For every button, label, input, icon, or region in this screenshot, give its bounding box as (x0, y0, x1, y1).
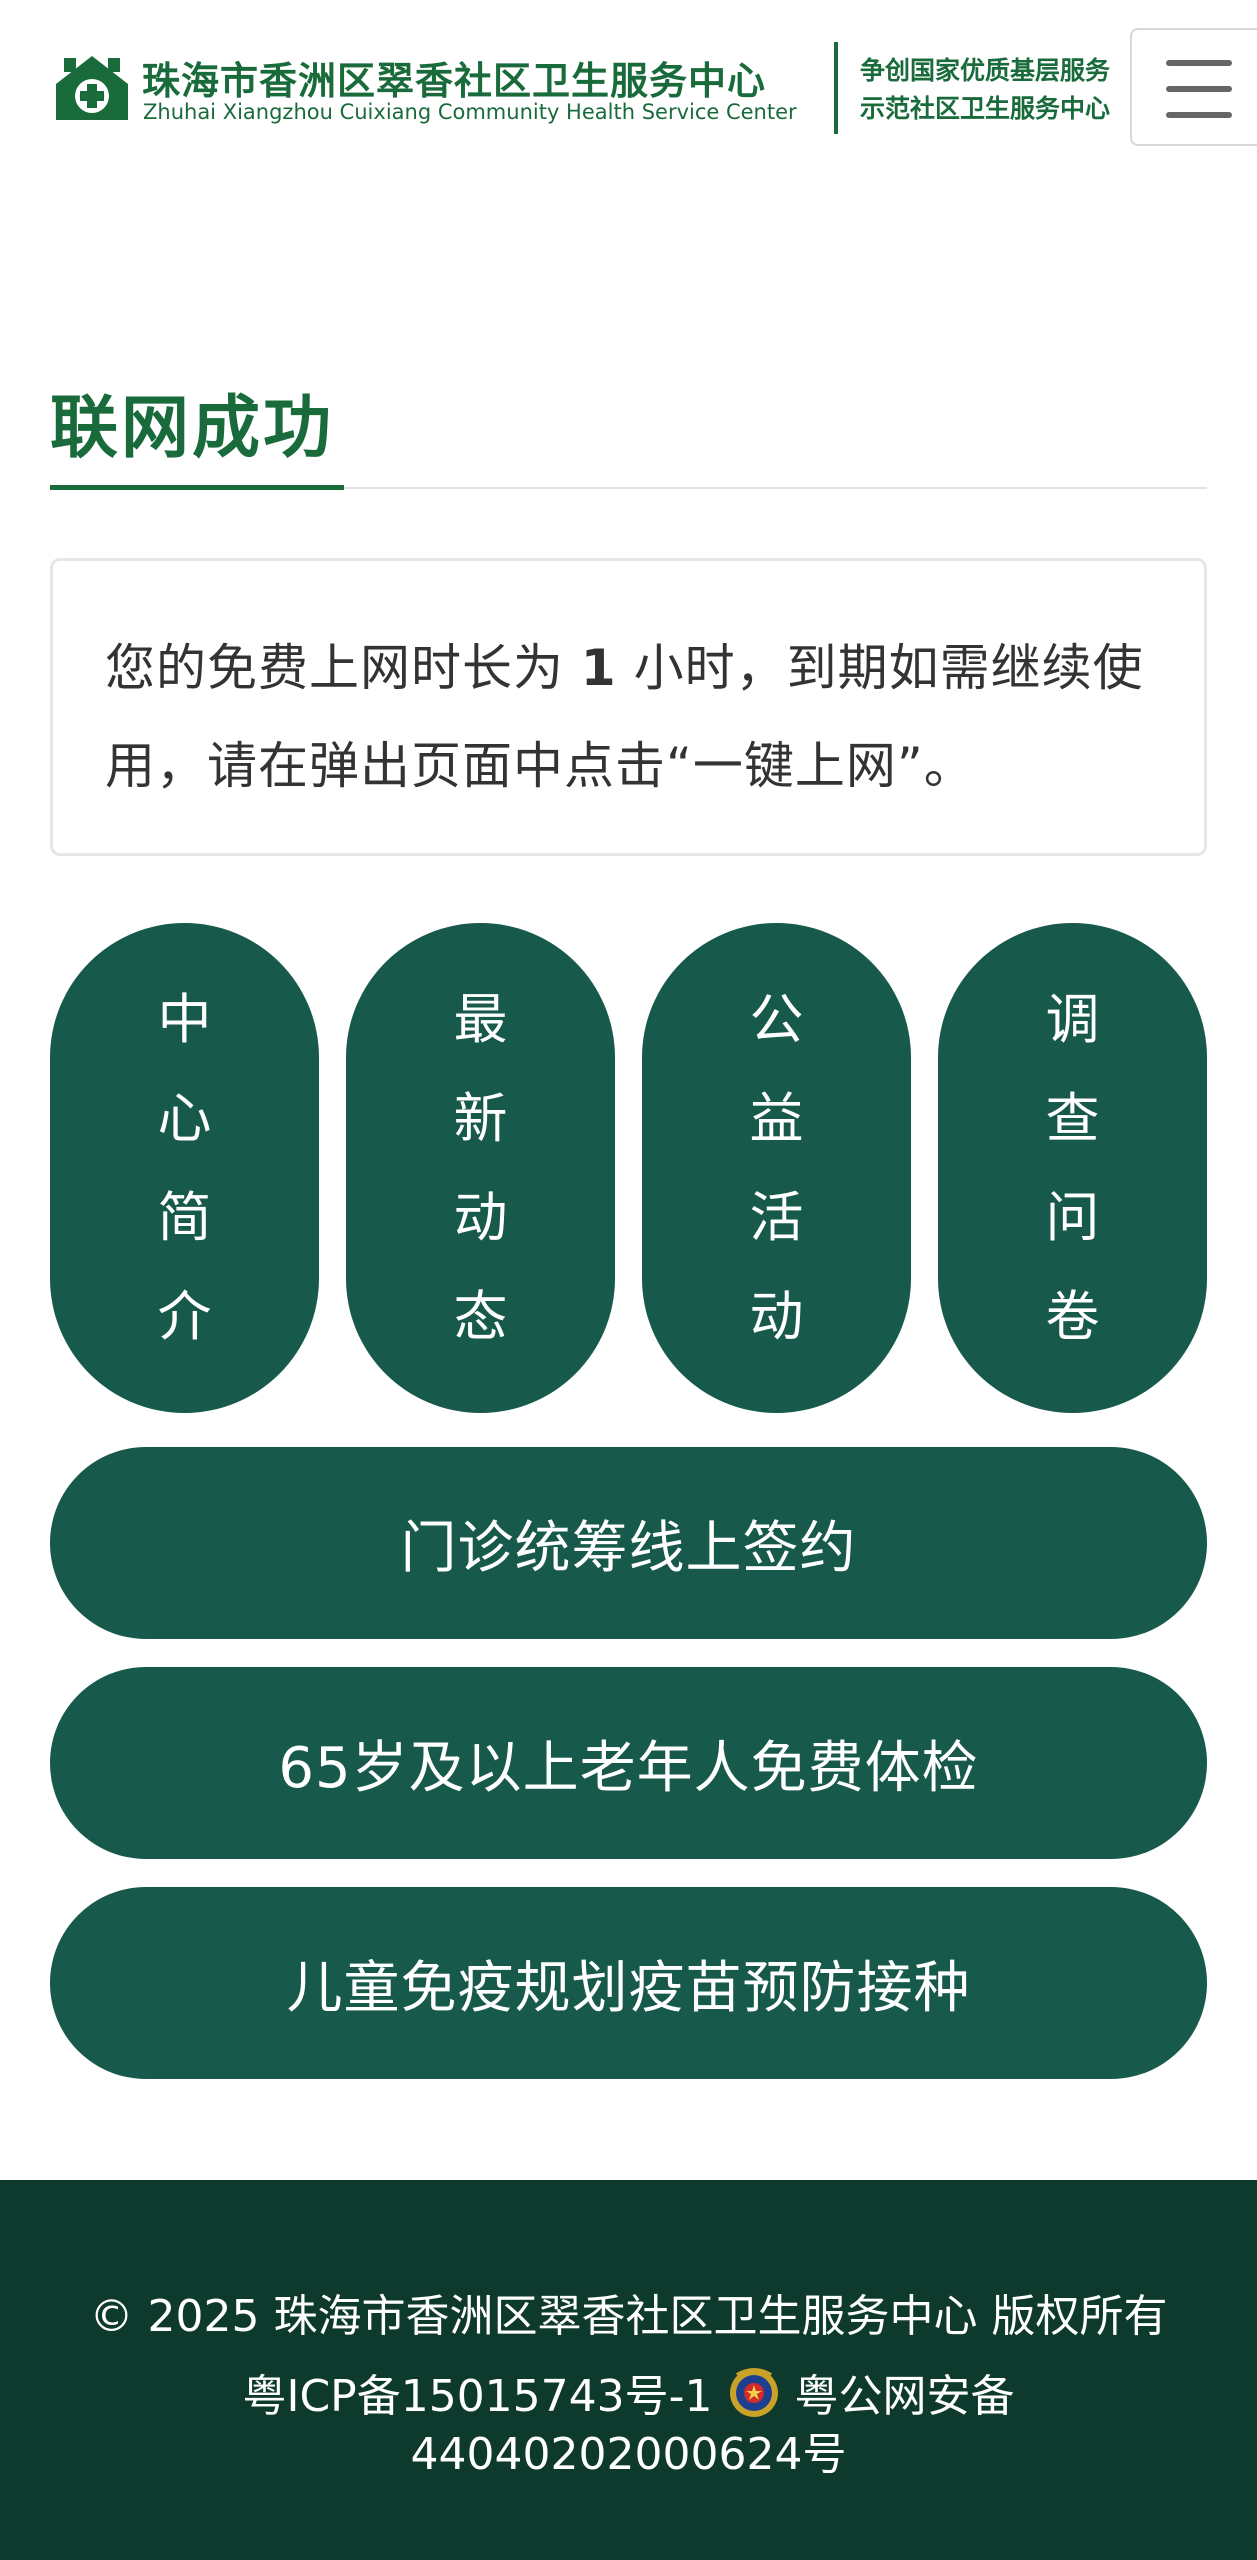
police-badge-icon (729, 2368, 778, 2417)
hamburger-menu-icon-bar (1166, 112, 1232, 118)
pill-label-char: 简 (157, 1186, 212, 1249)
pill-label-char: 问 (1045, 1186, 1100, 1249)
pill-label: 最新动态 (454, 970, 508, 1366)
pill-label: 调查问卷 (1046, 970, 1100, 1366)
pill-label-char: 动 (453, 1186, 508, 1249)
notice-box: 您的免费上网时长为 1 小时，到期如需继续使用，请在弹出页面中点击“一键上网”。 (50, 558, 1207, 856)
outpatient-signing-button[interactable]: 门诊统筹线上签约 (50, 1447, 1207, 1639)
pill-label-char: 最 (453, 988, 508, 1051)
notice-text-before: 您的免费上网时长为 (105, 639, 581, 697)
title-accent-bar (50, 485, 344, 490)
pill-label-char: 调 (1045, 988, 1100, 1051)
header-divider (834, 42, 838, 134)
health-center-logo-icon[interactable] (50, 50, 134, 124)
center-intro-button[interactable]: 中心简介 (50, 923, 319, 1413)
pill-label-char: 查 (1045, 1087, 1100, 1150)
senior-checkup-button[interactable]: 65岁及以上老年人免费体检 (50, 1667, 1207, 1859)
org-name: 珠海市香洲区翠香社区卫生服务中心 (142, 59, 767, 103)
survey-button[interactable]: 调查问卷 (938, 923, 1207, 1413)
pill-label-char: 动 (749, 1285, 804, 1348)
menu-button[interactable] (1130, 28, 1257, 146)
pill-label-char: 新 (453, 1087, 508, 1150)
slogan-line-2: 示范社区卫生服务中心 (860, 94, 1111, 123)
notice-hours: 1 (580, 639, 617, 697)
pill-label-char: 介 (157, 1285, 212, 1348)
slogan-line-1: 争创国家优质基层服务 (860, 56, 1111, 85)
pill-label-char: 心 (157, 1087, 212, 1150)
beian-link[interactable]: 粤公网安备 (795, 2360, 1015, 2424)
notice-text: 您的免费上网时长为 1 小时，到期如需继续使用，请在弹出页面中点击“一键上网”。 (105, 619, 1165, 815)
org-name-en: Zhuhai Xiangzhou Cuixiang Community Heal… (143, 100, 797, 124)
latest-news-button[interactable]: 最新动态 (346, 923, 615, 1413)
pill-label: 中心简介 (158, 970, 212, 1366)
pill-label-char: 中 (157, 988, 212, 1051)
icp-line: 粤ICP备15015743号-1 粤公网安备 (0, 2360, 1257, 2424)
hamburger-menu-icon (1166, 60, 1232, 66)
pill-label-char: 卷 (1045, 1285, 1100, 1348)
child-vaccination-button[interactable]: 儿童免疫规划疫苗预防接种 (50, 1887, 1207, 2079)
page-title: 联网成功 (50, 389, 335, 468)
icp-link[interactable]: 粤ICP备15015743号-1 (242, 2360, 712, 2424)
copyright-text: © 2025 珠海市香洲区翠香社区卫生服务中心 版权所有 (89, 2291, 1168, 2342)
beian-number[interactable]: 44040202000624号 (0, 2418, 1257, 2482)
pill-label-char: 益 (749, 1087, 804, 1150)
pill-label: 公益活动 (750, 970, 804, 1366)
hamburger-menu-icon-bar (1166, 86, 1232, 92)
slogan: 争创国家优质基层服务 示范社区卫生服务中心 (860, 52, 1110, 128)
pill-label-char: 态 (453, 1285, 508, 1348)
site-footer: © 2025 珠海市香洲区翠香社区卫生服务中心 版权所有 粤ICP备150157… (0, 2180, 1257, 2560)
pill-label-char: 公 (749, 988, 804, 1051)
pill-label-char: 活 (749, 1186, 804, 1249)
site-header: 珠海市香洲区翠香社区卫生服务中心 Zhuhai Xiangzhou Cuixia… (0, 0, 1257, 160)
public-welfare-button[interactable]: 公益活动 (642, 923, 911, 1413)
